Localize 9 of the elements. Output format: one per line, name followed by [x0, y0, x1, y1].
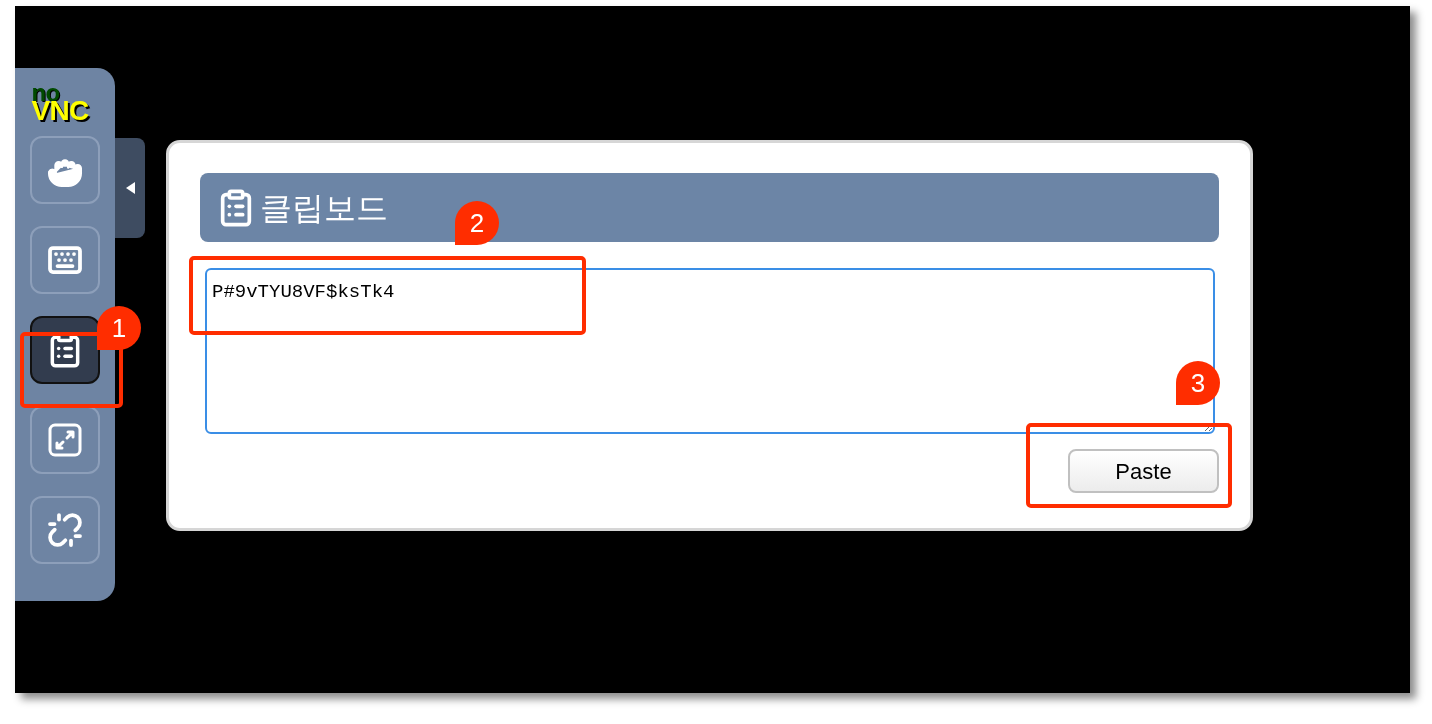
panel-title: 클립보드	[260, 187, 388, 229]
sidebar-button[interactable]	[30, 316, 100, 384]
sidebar-handle[interactable]	[115, 138, 145, 238]
unlink-icon	[47, 512, 83, 548]
logo-text: no	[31, 84, 60, 102]
caret-icon	[125, 182, 135, 194]
logo-text: VNC	[31, 102, 89, 120]
fullscreen-icon	[47, 422, 83, 458]
paste-button[interactable]: Paste	[1068, 449, 1219, 493]
